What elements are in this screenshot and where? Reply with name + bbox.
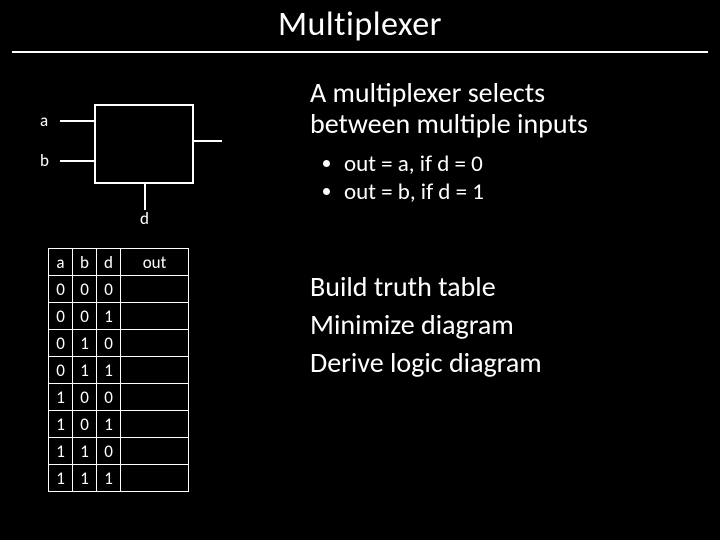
- table-row: 001: [49, 303, 189, 330]
- heading-line1: A multiplexer selects: [310, 75, 545, 110]
- cell-d: 1: [97, 303, 121, 330]
- cell-a: 1: [49, 465, 73, 492]
- cell-b: 0: [73, 411, 97, 438]
- table-row: 100: [49, 384, 189, 411]
- col-d: d: [97, 249, 121, 276]
- bullet-1: out = a, if d = 0: [344, 150, 700, 179]
- step-1: Build truth table: [310, 268, 700, 306]
- table-row: 111: [49, 465, 189, 492]
- mux-diagram: a b d: [40, 100, 240, 220]
- wire-b: [60, 160, 94, 162]
- label-b: b: [40, 150, 49, 171]
- cell-out: [121, 465, 189, 492]
- table-row: 110: [49, 438, 189, 465]
- step-3: Derive logic diagram: [310, 344, 700, 382]
- wire-d: [144, 184, 146, 210]
- col-out: out: [121, 249, 189, 276]
- cell-d: 0: [97, 438, 121, 465]
- wire-a: [60, 120, 94, 122]
- cell-out: [121, 357, 189, 384]
- cell-out: [121, 438, 189, 465]
- steps-block: Build truth table Minimize diagram Deriv…: [310, 268, 700, 381]
- col-b: b: [73, 249, 97, 276]
- cell-b: 0: [73, 303, 97, 330]
- label-d: d: [140, 208, 149, 229]
- heading: A multiplexer selects between multiple i…: [310, 78, 700, 140]
- col-a: a: [49, 249, 73, 276]
- cell-a: 1: [49, 384, 73, 411]
- wire-out: [194, 140, 222, 142]
- description-block: A multiplexer selects between multiple i…: [310, 78, 700, 207]
- cell-out: [121, 411, 189, 438]
- cell-d: 0: [97, 276, 121, 303]
- cell-b: 1: [73, 465, 97, 492]
- cell-a: 0: [49, 276, 73, 303]
- cell-b: 1: [73, 357, 97, 384]
- cell-out: [121, 276, 189, 303]
- label-a: a: [40, 110, 48, 131]
- slide-title: Multiplexer: [0, 0, 720, 45]
- cell-out: [121, 303, 189, 330]
- cell-d: 1: [97, 357, 121, 384]
- bullet-2: out = b, if d = 1: [344, 178, 700, 207]
- mux-box: [94, 104, 194, 184]
- cell-a: 1: [49, 438, 73, 465]
- table-row: 000: [49, 276, 189, 303]
- cell-a: 0: [49, 330, 73, 357]
- cell-b: 0: [73, 276, 97, 303]
- heading-line2: between multiple inputs: [310, 106, 588, 141]
- cell-d: 1: [97, 411, 121, 438]
- cell-b: 1: [73, 438, 97, 465]
- cell-d: 0: [97, 384, 121, 411]
- cell-a: 1: [49, 411, 73, 438]
- cell-b: 0: [73, 384, 97, 411]
- cell-d: 0: [97, 330, 121, 357]
- cell-a: 0: [49, 357, 73, 384]
- cell-a: 0: [49, 303, 73, 330]
- bullet-list: out = a, if d = 0 out = b, if d = 1: [310, 150, 700, 208]
- title-divider: [12, 51, 708, 53]
- cell-out: [121, 384, 189, 411]
- step-2: Minimize diagram: [310, 306, 700, 344]
- cell-out: [121, 330, 189, 357]
- truth-table: a b d out 000001010011100101110111: [48, 248, 189, 492]
- table-row: 011: [49, 357, 189, 384]
- cell-b: 1: [73, 330, 97, 357]
- table-header-row: a b d out: [49, 249, 189, 276]
- table-row: 101: [49, 411, 189, 438]
- cell-d: 1: [97, 465, 121, 492]
- table-row: 010: [49, 330, 189, 357]
